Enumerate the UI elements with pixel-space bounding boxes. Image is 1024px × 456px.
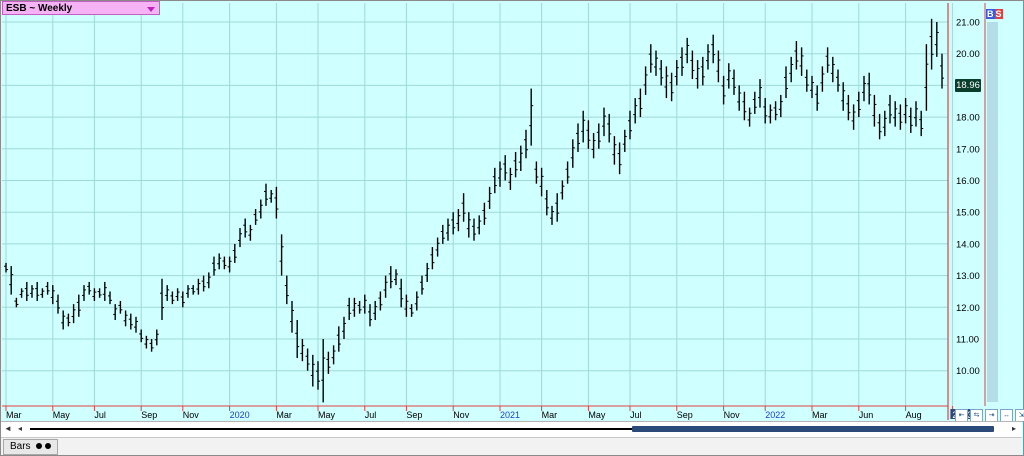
- sell-badge[interactable]: S: [994, 9, 1003, 19]
- x-tick-label: Sep: [677, 410, 693, 420]
- buy-sell-badge[interactable]: BS: [986, 9, 1003, 20]
- y-tick-label: 18.00: [956, 113, 980, 124]
- y-tick-label: 20.00: [956, 49, 980, 60]
- scroll-step-left-icon[interactable]: ◂: [18, 424, 22, 433]
- y-tick-label: 15.00: [956, 208, 980, 219]
- y-tick-label: 21.00: [956, 18, 980, 29]
- x-tick-label: Sep: [141, 410, 157, 420]
- buy-badge[interactable]: B: [986, 9, 995, 19]
- x-tick-label: Jun: [859, 410, 874, 420]
- bottom-toolbar: [1, 437, 1022, 455]
- x-tick-label: Nov: [183, 410, 200, 420]
- x-tick-label: Mar: [6, 410, 22, 420]
- y-tick-label: 12.00: [956, 303, 980, 314]
- x-tick-label: Mar: [542, 410, 558, 420]
- price-chart[interactable]: 10.00 11.00 12.00 13.00 14.00 15.00 16.00 17.00…: [0, 0, 1024, 456]
- x-tick-label: Jul: [365, 410, 377, 420]
- eye-icon[interactable]: [36, 443, 43, 450]
- scroll-thumb[interactable]: [632, 426, 994, 432]
- symbol-selector[interactable]: ESB ~ Weekly: [2, 1, 160, 15]
- x-tick-label: 2021: [500, 410, 520, 420]
- x-tick-label: Sep: [406, 410, 422, 420]
- x-tick-label: Jul: [94, 410, 106, 420]
- y-tick-label: 13.00: [956, 271, 980, 282]
- x-tick-label: 2022: [765, 410, 785, 420]
- x-tick-label: Jul: [630, 410, 642, 420]
- x-tick-label: Nov: [724, 410, 741, 420]
- x-tick-label: Mar: [812, 410, 828, 420]
- x-tick-label: May: [588, 410, 606, 420]
- y-tick-label: 16.00: [956, 176, 980, 187]
- x-tick-label: Aug: [906, 410, 922, 420]
- eye-icon[interactable]: [45, 443, 52, 450]
- last-price-tag: 18.96: [955, 79, 981, 92]
- x-tick-label: 2020: [230, 410, 250, 420]
- y-tick-label: 17.00: [956, 144, 980, 155]
- x-tick-label: Nov: [453, 410, 470, 420]
- scroll-right-icon[interactable]: ▸: [1012, 424, 1016, 433]
- x-tick-label: May: [53, 410, 71, 420]
- y-tick-label: 14.00: [956, 239, 980, 250]
- x-tick-label: Mar: [276, 410, 292, 420]
- bars-tab[interactable]: Bars: [3, 439, 59, 455]
- x-tick-label: May: [318, 410, 336, 420]
- y-tick-label: 11.00: [956, 335, 979, 346]
- navigation-buttons: ⇤ ⇆ ⇥ ↔ ⇲: [955, 409, 1024, 422]
- chevron-down-icon[interactable]: [147, 7, 155, 12]
- bars-tab-label: Bars: [10, 441, 31, 452]
- y-tick-label: 10.00: [956, 366, 980, 377]
- symbol-label: ESB ~ Weekly: [6, 3, 73, 14]
- scroll-left-icon[interactable]: ◄: [4, 424, 12, 433]
- right-side-panel: [987, 22, 998, 402]
